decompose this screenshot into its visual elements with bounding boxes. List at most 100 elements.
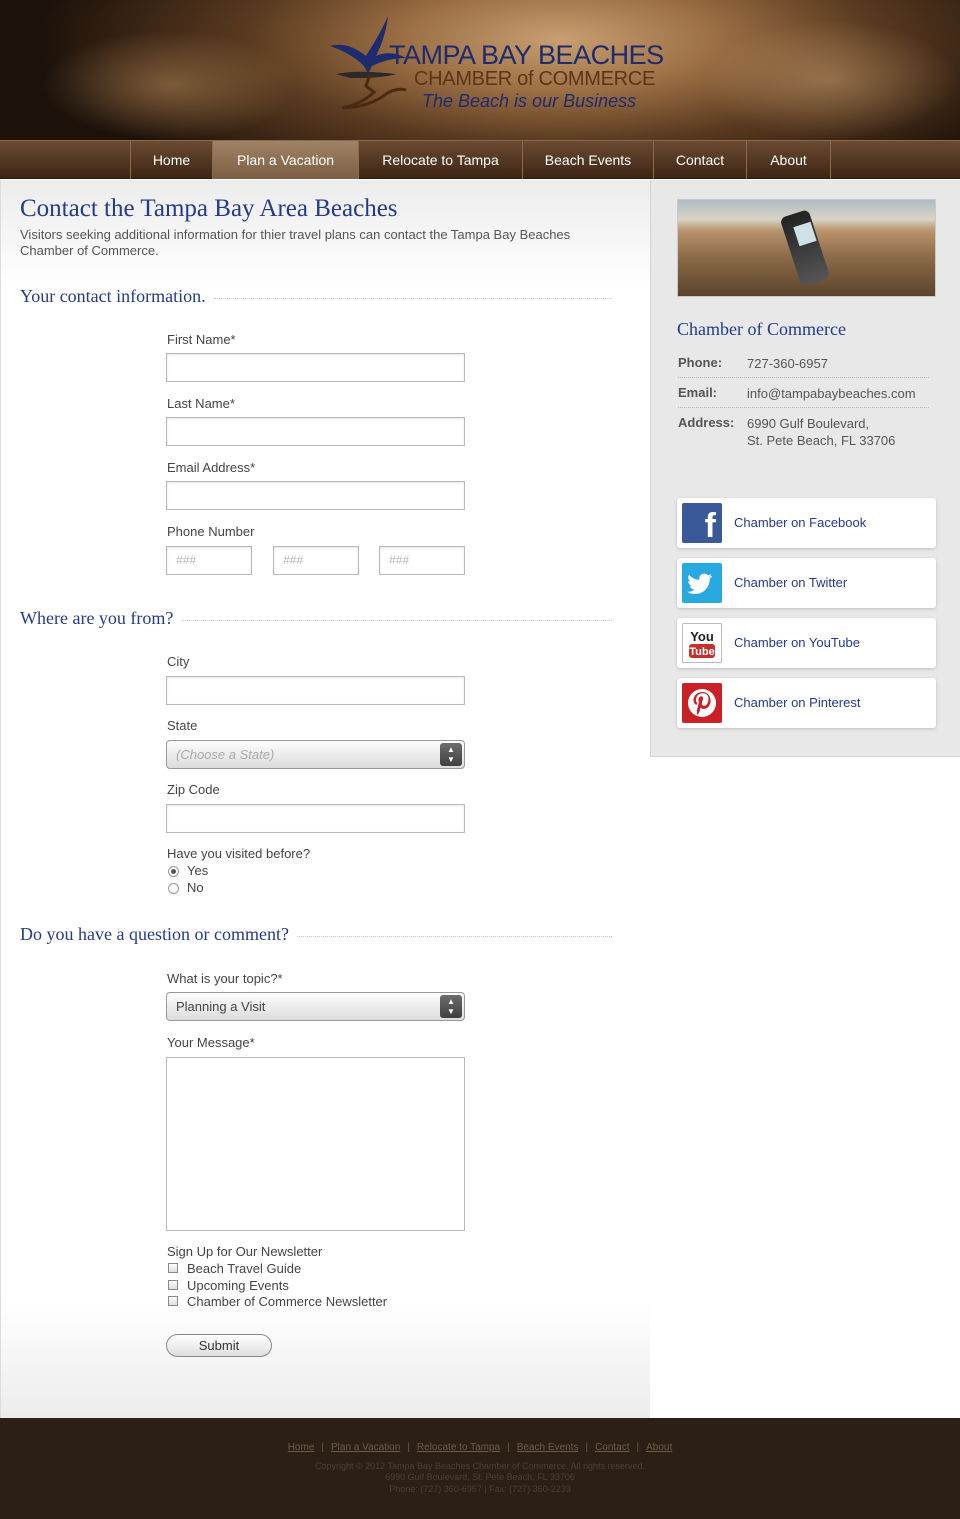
pinterest-link[interactable]: Chamber on Pinterest	[677, 678, 936, 728]
beach-phone-photo	[677, 199, 936, 297]
contact-phone-row: Phone: 727-360-6957	[678, 355, 929, 378]
twitter-link-label: Chamber on Twitter	[734, 575, 848, 590]
sidebar-title: Chamber of Commerce	[677, 319, 846, 339]
footer-link-plan-a-vacation[interactable]: Plan a Vacation	[331, 1442, 400, 1453]
header-glow-left	[40, 30, 300, 140]
state-select[interactable]: (Choose a State) ▲ ▼	[166, 740, 465, 769]
section-divider	[296, 935, 612, 937]
section-location: Where are you from?	[20, 607, 612, 629]
nav-home[interactable]: Home	[131, 141, 213, 179]
phone-line-input[interactable]: ###	[379, 546, 465, 575]
phone-in-sand-image	[779, 209, 831, 287]
contact-email-label: Email:	[678, 385, 718, 400]
footer-link-contact[interactable]: Contact	[595, 1442, 629, 1453]
nav-contact[interactable]: Contact	[654, 141, 747, 179]
city-input[interactable]	[166, 676, 465, 705]
facebook-link[interactable]: f Chamber on Facebook	[677, 498, 936, 548]
newsletter-chamber-checkbox[interactable]	[168, 1296, 178, 1306]
contact-address-row: Address: 6990 Gulf Boulevard, St. Pete B…	[678, 415, 929, 451]
newsletter-upcoming-events-checkbox[interactable]	[168, 1280, 178, 1290]
newsletter-travel-guide-label: Beach Travel Guide	[187, 1261, 302, 1276]
visited-no-label: No	[187, 880, 204, 895]
footer-phone: Phone: (727) 360-6957 | Fax: (727) 360-2…	[389, 1484, 571, 1494]
contact-phone-value: 727-360-6957	[747, 356, 828, 371]
first-name-label: First Name*	[167, 332, 236, 347]
select-arrows-icon: ▲ ▼	[440, 743, 462, 766]
city-label: City	[167, 654, 190, 669]
first-name-input[interactable]	[166, 353, 465, 382]
section-title: Where are you from?	[20, 607, 174, 628]
contact-email-value[interactable]: info@tampabaybeaches.com	[747, 385, 916, 402]
last-name-label: Last Name*	[167, 396, 235, 411]
page-title: Contact the Tampa Bay Area Beaches	[20, 195, 398, 222]
footer-separator: |	[507, 1442, 510, 1453]
section-title: Do you have a question or comment?	[20, 923, 289, 944]
youtube-logo-icon: You Tube	[689, 629, 715, 658]
zip-label: Zip Code	[167, 782, 220, 797]
logo-title: TAMPA BAY BEACHES	[389, 40, 664, 70]
header-glow-right	[700, 20, 960, 140]
visited-yes-radio[interactable]	[168, 866, 179, 877]
topic-select-value: Planning a Visit	[176, 999, 266, 1014]
youtube-icon: You Tube	[682, 623, 722, 663]
facebook-link-label: Chamber on Facebook	[734, 515, 867, 530]
visited-no-radio[interactable]	[168, 883, 179, 894]
twitter-icon	[682, 563, 722, 603]
footer-separator: |	[636, 1442, 640, 1453]
footer-links: Home | Plan a Vacation | Relocate to Tampa | B…	[0, 1442, 960, 1453]
newsletter-travel-guide-checkbox[interactable]	[168, 1263, 178, 1273]
main-nav: Home Plan a Vacation Relocate to Tampa B…	[0, 140, 960, 179]
footer-separator: |	[407, 1442, 410, 1453]
footer-link-about[interactable]: About	[646, 1442, 672, 1453]
contact-address-line1: 6990 Gulf Boulevard,	[747, 416, 870, 431]
newsletter-chamber-label: Chamber of Commerce Newsletter	[187, 1294, 388, 1309]
youtube-link[interactable]: You Tube Chamber on YouTube	[677, 618, 936, 668]
contact-address-line2: St. Pete Beach, FL 33706	[747, 433, 896, 448]
footer-link-relocate-to-tampa[interactable]: Relocate to Tampa	[417, 1442, 500, 1453]
zip-input[interactable]	[166, 804, 465, 833]
nav-beach-events[interactable]: Beach Events	[523, 141, 654, 179]
phone-prefix-input[interactable]: ###	[273, 546, 359, 575]
last-name-input[interactable]	[166, 417, 465, 446]
state-select-value: (Choose a State)	[176, 747, 275, 762]
contact-email-row: Email: info@tampabaybeaches.com	[678, 385, 929, 408]
phone-area-code-input[interactable]: ###	[166, 546, 252, 575]
message-label: Your Message*	[167, 1035, 255, 1050]
contact-address-label: Address:	[678, 415, 735, 430]
site-header: TAMPA BAY BEACHES CHAMBER of COMMERCE Th…	[0, 0, 960, 140]
twitter-bird-icon	[687, 573, 713, 594]
topic-select[interactable]: Planning a Visit ▲ ▼	[166, 992, 465, 1021]
footer-separator: |	[321, 1442, 324, 1453]
visited-yes-label: Yes	[187, 863, 209, 878]
twitter-link[interactable]: Chamber on Twitter	[677, 558, 936, 608]
section-contact-info: Your contact information.	[20, 285, 612, 307]
submit-button[interactable]: Submit	[166, 1334, 272, 1357]
section-divider	[213, 297, 612, 299]
footer-link-beach-events[interactable]: Beach Events	[517, 1442, 579, 1453]
footer-link-home[interactable]: Home	[288, 1442, 315, 1453]
pinterest-icon	[682, 683, 722, 723]
section-title: Your contact information.	[20, 285, 206, 306]
pinterest-p-icon	[688, 689, 716, 717]
site-logo[interactable]: TAMPA BAY BEACHES CHAMBER of COMMERCE Th…	[326, 8, 664, 128]
email-input[interactable]	[166, 481, 465, 510]
page-intro: Visitors seeking additional information …	[20, 227, 571, 258]
contact-phone-label: Phone:	[678, 355, 723, 370]
facebook-icon: f	[682, 503, 722, 545]
nav-plan-a-vacation[interactable]: Plan a Vacation	[213, 141, 359, 179]
message-textarea[interactable]	[166, 1057, 465, 1231]
phone-label: Phone Number	[167, 524, 255, 539]
svg-text:Tube: Tube	[689, 646, 714, 658]
pinterest-link-label: Chamber on Pinterest	[734, 695, 861, 710]
visited-label: Have you visited before?	[167, 846, 311, 861]
svg-text:You: You	[690, 629, 714, 644]
newsletter-label: Sign Up for Our Newsletter	[167, 1244, 323, 1259]
nav-about[interactable]: About	[747, 141, 831, 179]
topic-label: What is your topic?*	[167, 971, 283, 986]
logo-subtitle: CHAMBER of COMMERCE	[414, 68, 655, 90]
select-arrows-icon: ▲ ▼	[440, 995, 462, 1018]
email-label: Email Address*	[167, 460, 256, 475]
nav-relocate-to-tampa[interactable]: Relocate to Tampa	[359, 141, 523, 179]
section-divider	[181, 619, 612, 621]
footer-separator: |	[585, 1442, 589, 1453]
